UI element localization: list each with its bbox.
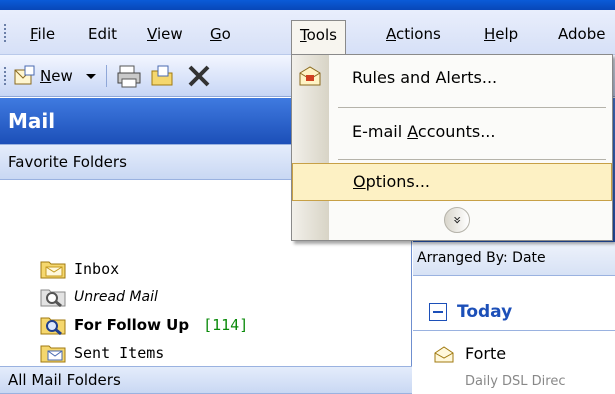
menu-file[interactable]: File <box>22 20 63 50</box>
menu-item-rules-and-alerts[interactable]: Rules and Alerts... <box>292 59 612 97</box>
group-today[interactable]: Today <box>429 302 512 322</box>
arranged-by-header[interactable]: Arranged By: Date <box>413 242 615 276</box>
delete-button[interactable] <box>186 63 212 89</box>
sent-items-icon <box>40 345 66 363</box>
new-dropdown-arrow[interactable] <box>84 63 98 89</box>
chevron-down-icon <box>86 74 96 79</box>
toolbar-grip[interactable] <box>4 67 7 87</box>
print-button[interactable] <box>116 63 142 89</box>
menu-view[interactable]: View <box>139 20 191 50</box>
search-folder-icon <box>40 317 66 335</box>
unread-count-badge: [114] <box>203 316 249 334</box>
envelope-open-icon <box>434 345 454 362</box>
menu-item-email-accounts[interactable]: E-mail Accounts... <box>292 113 612 151</box>
folder-unread-mail[interactable]: Unread Mail <box>40 284 158 310</box>
expand-menu-chevron-icon[interactable]: » <box>444 207 470 233</box>
all-mail-folders-header[interactable]: All Mail Folders <box>0 366 412 394</box>
tools-menu-dropdown: Rules and Alerts... E-mail Accounts... O… <box>291 54 613 241</box>
folder-inbox[interactable]: Inbox <box>40 256 119 282</box>
menu-tools[interactable]: Tools <box>291 20 346 54</box>
search-folder-icon <box>40 289 66 307</box>
title-bar <box>0 0 615 10</box>
new-mail-icon <box>14 65 35 85</box>
move-folder-icon <box>151 65 173 86</box>
collapse-icon[interactable] <box>429 303 447 321</box>
menu-adobe[interactable]: Adobe <box>550 20 613 50</box>
delete-x-icon <box>188 65 210 87</box>
menu-actions[interactable]: Actions <box>378 20 449 50</box>
message-preview: Daily DSL Direc <box>465 374 566 389</box>
menu-separator <box>338 159 606 160</box>
menubar-grip[interactable] <box>4 24 7 44</box>
message-item[interactable]: Forte <box>433 344 506 363</box>
folder-sent-items[interactable]: Sent Items <box>40 340 164 366</box>
menu-help[interactable]: Help <box>476 20 526 50</box>
toolbar-separator <box>106 65 107 87</box>
menu-item-options[interactable]: Options... <box>292 163 612 201</box>
inbox-icon <box>40 261 66 279</box>
move-to-folder-button[interactable] <box>150 63 176 89</box>
group-divider <box>413 330 615 331</box>
menu-edit[interactable]: Edit <box>80 20 125 50</box>
folder-for-follow-up[interactable]: For Follow Up [114] <box>40 312 248 338</box>
new-button[interactable]: New <box>12 63 73 89</box>
menu-go[interactable]: Go <box>202 20 239 50</box>
printer-icon <box>117 65 141 88</box>
menu-separator <box>338 107 606 108</box>
menu-bar: File Edit View Go Tools Actions Help Ado… <box>0 10 615 55</box>
